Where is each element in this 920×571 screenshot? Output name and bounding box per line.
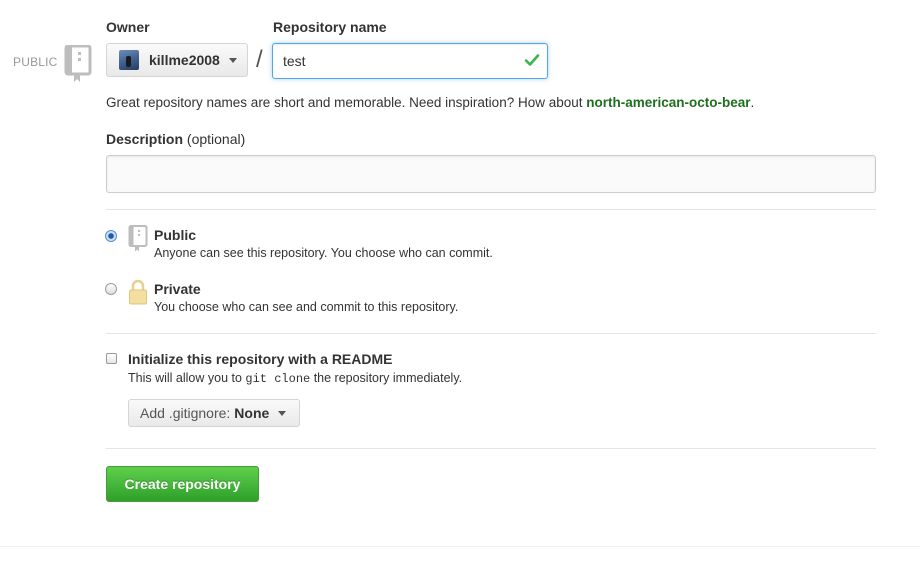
description-label-text: Description: [106, 131, 184, 147]
owner-name: killme2008: [149, 52, 220, 68]
repo-icon: [128, 225, 148, 252]
readme-option-title[interactable]: Initialize this repository with a README: [128, 351, 392, 367]
public-radio[interactable]: [105, 230, 117, 242]
owner-label: Owner: [106, 19, 150, 35]
checkmark-icon: [524, 54, 540, 66]
description-optional: (optional): [186, 131, 246, 147]
chevron-down-icon: [228, 57, 237, 63]
gitignore-value: None: [234, 405, 270, 421]
footer-divider: [0, 546, 920, 547]
avatar: [119, 50, 139, 70]
readme-checkbox[interactable]: [106, 353, 117, 364]
public-option-desc: Anyone can see this repository. You choo…: [154, 246, 493, 260]
divider: [106, 209, 876, 210]
private-radio[interactable]: [105, 283, 117, 295]
private-option-desc: You choose who can see and commit to thi…: [154, 300, 459, 314]
divider: [106, 448, 876, 449]
readme-desc-prefix: This will allow you to: [128, 371, 246, 385]
name-suggestion[interactable]: north-american-octo-bear: [586, 95, 750, 110]
gitignore-dropdown[interactable]: Add .gitignore: None: [128, 399, 300, 427]
lock-icon: [129, 279, 147, 305]
visibility-tag: PUBLIC: [13, 55, 58, 69]
repo-icon: [64, 45, 92, 82]
readme-option-desc: This will allow you to git clone the rep…: [128, 371, 462, 386]
path-separator: /: [256, 46, 263, 73]
gitignore-label: Add .gitignore:: [140, 405, 231, 421]
name-hint-suffix: .: [750, 95, 755, 110]
repository-name-label: Repository name: [273, 19, 387, 35]
description-input[interactable]: [106, 155, 876, 193]
divider: [106, 333, 876, 334]
name-hint: Great repository names are short and mem…: [106, 95, 754, 110]
repository-name-input[interactable]: [272, 43, 548, 79]
description-label: Description (optional): [106, 131, 245, 147]
readme-desc-code: git clone: [245, 372, 311, 386]
owner-dropdown[interactable]: killme2008: [106, 43, 248, 77]
readme-desc-suffix: the repository immediately.: [310, 371, 463, 385]
name-hint-text: Great repository names are short and mem…: [106, 95, 587, 110]
public-option-title[interactable]: Public: [154, 227, 196, 243]
chevron-down-icon: [278, 410, 287, 416]
create-repository-button[interactable]: Create repository: [106, 466, 259, 502]
private-option-title[interactable]: Private: [154, 281, 201, 297]
